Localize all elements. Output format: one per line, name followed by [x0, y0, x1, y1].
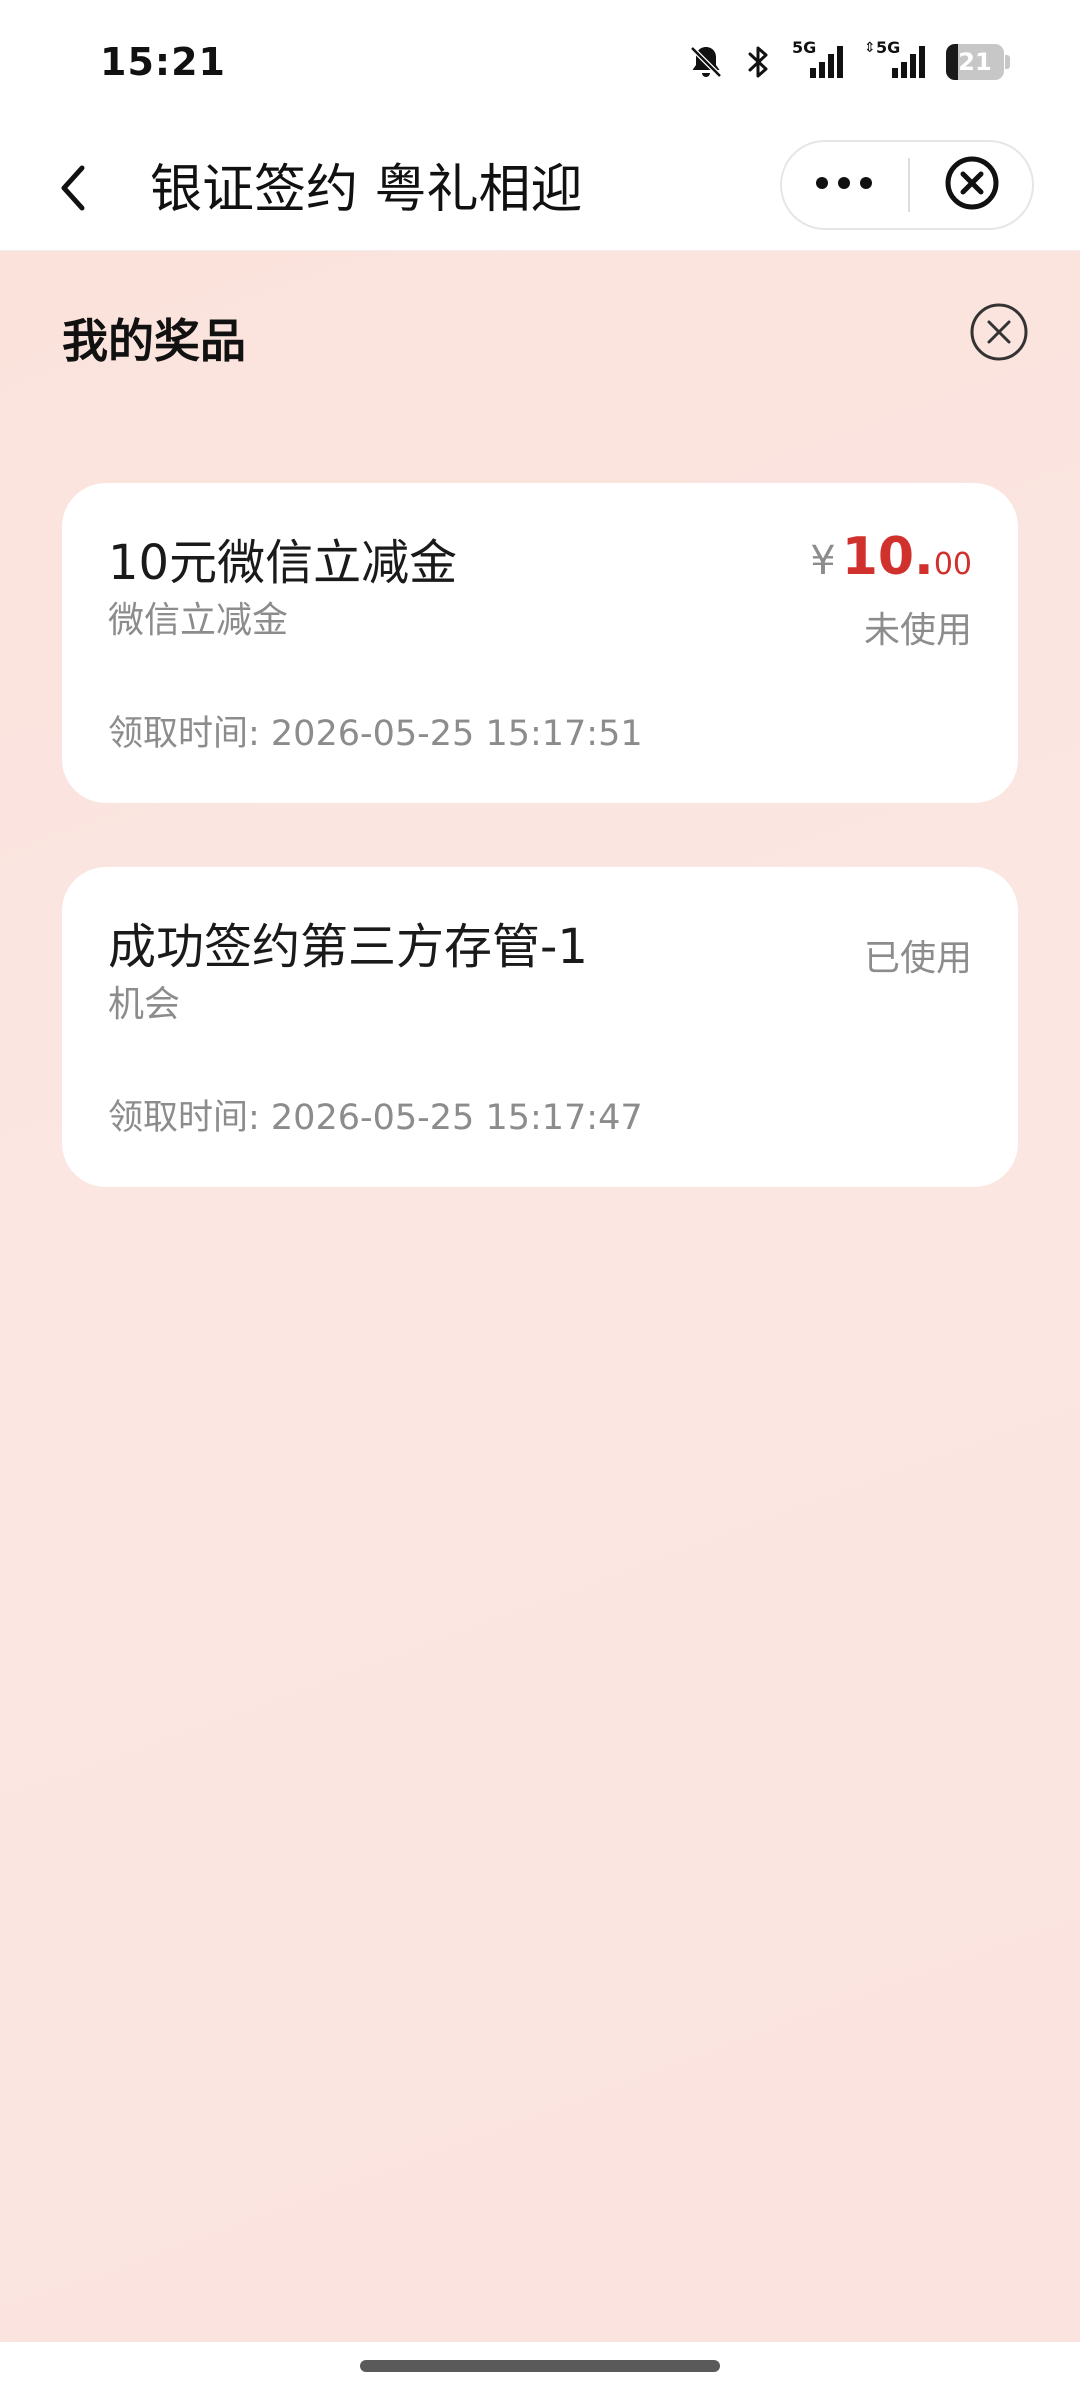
prize-status: 已使用 [863, 938, 972, 979]
prize-name: 10元微信立减金 [108, 535, 458, 591]
prize-claim-time: 领取时间: 2026-05-25 15:17:47 [108, 1098, 643, 1138]
exit-button[interactable] [912, 142, 1032, 228]
prize-claim-time: 领取时间: 2026-05-25 15:17:51 [108, 714, 643, 754]
battery-shell: 21 [946, 44, 1004, 80]
title-bar: 银证签约 粤礼相迎 [0, 130, 1080, 251]
back-button[interactable] [36, 154, 108, 226]
price-integer: 10. [841, 527, 934, 587]
page-title: 银证签约 粤礼相迎 [150, 160, 583, 220]
prize-card[interactable]: 成功签约第三方存管-1 机会 已使用 领取时间: 2026-05-25 15:1… [62, 867, 1018, 1187]
prize-subtitle: 机会 [108, 984, 181, 1025]
status-bar: 15:21 5G ⇕ 5G 21 [0, 0, 1080, 130]
more-button[interactable] [782, 142, 906, 228]
home-indicator[interactable] [360, 2360, 720, 2372]
bluetooth-icon [744, 42, 774, 82]
signal-5g-icon: 5G [792, 38, 846, 82]
prize-panel: 我的奖品 10元微信立减金 微信立减金 ¥10.00 未使用 领取时间: 202… [0, 251, 1080, 2342]
panel-title: 我的奖品 [62, 314, 246, 368]
bell-muted-icon [686, 42, 726, 82]
status-time: 15:21 [100, 40, 226, 84]
battery-tip [1005, 55, 1010, 69]
close-circle-icon [944, 155, 1000, 215]
status-icons: 5G ⇕ 5G 21 [686, 38, 1010, 82]
prize-subtitle: 微信立减金 [108, 600, 289, 641]
chevron-left-icon [52, 158, 92, 222]
prize-name: 成功签约第三方存管-1 [108, 919, 588, 975]
mini-program-capsule [780, 140, 1034, 230]
price-decimal: 00 [933, 547, 972, 582]
prize-status: 未使用 [863, 610, 972, 651]
prize-card[interactable]: 10元微信立减金 微信立减金 ¥10.00 未使用 领取时间: 2026-05-… [62, 483, 1018, 803]
capsule-divider [908, 158, 910, 212]
panel-close-button[interactable] [968, 301, 1030, 363]
battery-icon: 21 [946, 44, 1010, 80]
close-circle-icon [968, 303, 1030, 367]
more-dots-icon [814, 173, 874, 197]
signal-5g-icon: ⇕ 5G [864, 38, 928, 82]
price-currency: ¥ [810, 538, 836, 584]
battery-level: 21 [958, 48, 992, 76]
prize-price: ¥10.00 [810, 527, 972, 587]
